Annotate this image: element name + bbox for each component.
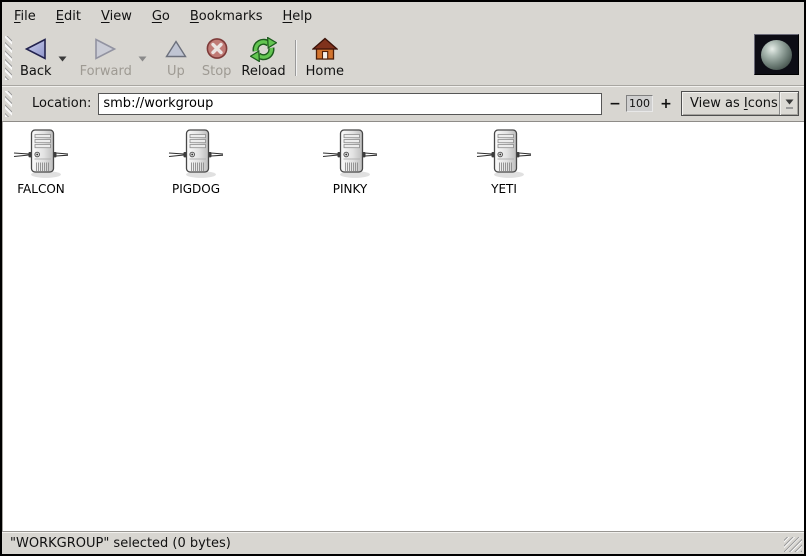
window-resize-grip[interactable] (784, 537, 802, 552)
reload-label: Reload (241, 64, 285, 79)
reload-button[interactable]: Reload (237, 34, 289, 80)
menu-edit[interactable]: Edit (46, 5, 91, 28)
back-arrow-icon (22, 35, 49, 63)
forward-button[interactable]: Forward (76, 34, 136, 80)
icon-view-pane[interactable]: FALCON PIGDOG PINKY YETI (2, 122, 804, 531)
chevron-down-icon (138, 56, 147, 62)
network-server-icon (321, 128, 379, 180)
home-icon (312, 35, 338, 63)
up-label: Up (167, 64, 185, 79)
menu-file[interactable]: File (4, 5, 46, 28)
toolbar-separator (295, 40, 296, 76)
forward-arrow-icon (92, 35, 119, 63)
menu-bar: File Edit View Go Bookmarks Help (2, 2, 804, 30)
location-input[interactable] (98, 93, 602, 115)
network-server-icon (475, 128, 533, 180)
network-server-icon (167, 128, 225, 180)
location-label: Location: (32, 96, 91, 111)
stop-button[interactable]: Stop (198, 34, 236, 80)
view-as-dropdown[interactable]: View as Icons (681, 91, 799, 116)
menu-bookmarks[interactable]: Bookmarks (180, 5, 273, 28)
status-text: "WORKGROUP" selected (0 bytes) (10, 536, 231, 551)
file-item-label: YETI (491, 182, 517, 196)
up-arrow-icon (164, 35, 188, 63)
stop-icon (205, 35, 229, 63)
zoom-out-button[interactable]: − (608, 96, 622, 112)
stop-label: Stop (202, 64, 232, 79)
file-item-yeti[interactable]: YETI (454, 128, 554, 196)
dropdown-arrows-icon (779, 92, 798, 115)
file-item-pinky[interactable]: PINKY (300, 128, 400, 196)
globe-throbber-icon (754, 34, 799, 75)
file-manager-window: File Edit View Go Bookmarks Help Back Fo… (0, 0, 806, 556)
menu-help[interactable]: Help (273, 5, 323, 28)
forward-label: Forward (80, 64, 132, 79)
home-button[interactable]: Home (302, 34, 348, 80)
file-item-label: PINKY (333, 182, 368, 196)
view-as-dropdown-label: View as Icons (682, 96, 779, 111)
forward-history-dropdown[interactable] (136, 36, 150, 82)
menu-go[interactable]: Go (142, 5, 180, 28)
zoom-in-button[interactable]: + (659, 96, 673, 112)
toolbar: Back Forward Up (2, 30, 804, 86)
network-server-icon (12, 128, 70, 180)
up-button[interactable]: Up (160, 34, 192, 80)
reload-icon (250, 35, 277, 63)
back-button[interactable]: Back (16, 34, 56, 80)
status-bar: "WORKGROUP" selected (0 bytes) (2, 531, 804, 554)
location-bar-drag-handle[interactable] (5, 91, 12, 117)
zoom-level-indicator: 100 (626, 95, 653, 112)
home-label: Home (306, 64, 344, 79)
file-item-label: PIGDOG (172, 182, 220, 196)
toolbar-drag-handle[interactable] (5, 36, 12, 80)
menu-view[interactable]: View (91, 5, 142, 28)
location-bar: Location: − 100 + View as Icons (2, 86, 804, 122)
file-item-label: FALCON (17, 182, 65, 196)
globe-sphere (761, 40, 792, 70)
back-label: Back (20, 64, 52, 79)
file-item-falcon[interactable]: FALCON (0, 128, 91, 196)
back-history-dropdown[interactable] (56, 36, 70, 82)
file-item-pigdog[interactable]: PIGDOG (146, 128, 246, 196)
chevron-down-icon (58, 56, 67, 62)
